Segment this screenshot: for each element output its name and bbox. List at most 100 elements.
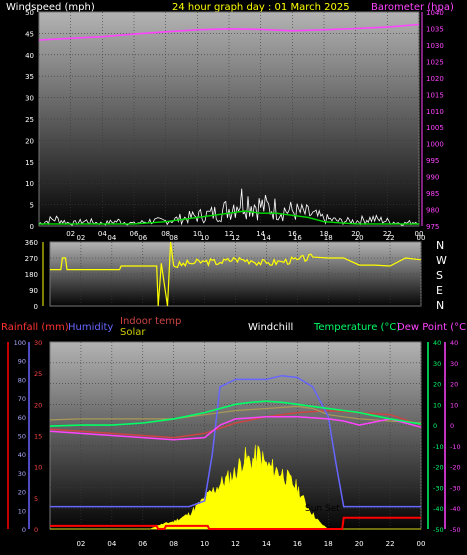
barometer-y-tick-label: 1015 xyxy=(426,91,444,99)
direction-x-tick-label: 06 xyxy=(138,234,147,242)
wind-x-tick-label: 02 xyxy=(66,230,75,238)
direction-x-tick-label: 10 xyxy=(200,234,209,242)
temperature-x-tick-label: 20 xyxy=(355,540,364,548)
legend-dew-point: Dew Point (°C) xyxy=(397,322,467,333)
legend-temperature: Temperature (°C) xyxy=(313,322,400,333)
direction-x-tick-label: 18 xyxy=(324,234,333,242)
legend-humidity: Humidity xyxy=(68,322,113,333)
direction-x-tick-label: 16 xyxy=(293,234,302,242)
temperature-y-tick-label: 0 xyxy=(433,422,437,430)
dewpoint-y-tick-label: 10 xyxy=(450,401,458,409)
rainfall-y-tick-label: 5 xyxy=(34,495,38,503)
dewpoint-y-tick-label: -20 xyxy=(450,464,461,472)
humidity-y-tick-label: 10 xyxy=(18,507,26,515)
direction-panel: 0 90 180 270 360 02 04 06 08 10 12 14 16 18 20 22 00 N W… xyxy=(25,234,447,312)
direction-label-s: S xyxy=(436,269,443,282)
direction-y-tick-label: 0 xyxy=(34,303,38,311)
temperature-x-tick-label: 10 xyxy=(200,540,209,548)
legend-windchill: Windchill xyxy=(248,322,293,333)
humidity-y-tick-label: 20 xyxy=(18,489,26,497)
wind-y-tick-label: 40 xyxy=(25,52,34,60)
rainfall-y-tick-label: 20 xyxy=(34,401,42,409)
wind-y-tick-label: 25 xyxy=(25,116,34,124)
wind-y-tick-label: 50 xyxy=(25,9,34,17)
temperature-y-tick-label: -30 xyxy=(433,484,444,492)
humidity-y-tick-label: 60 xyxy=(18,414,26,422)
barometer-y-tick-label: 1005 xyxy=(426,124,444,132)
dewpoint-y-tick-label: -40 xyxy=(450,505,461,513)
direction-x-tick-label: 22 xyxy=(386,234,395,242)
humidity-y-tick-label: 30 xyxy=(18,470,26,478)
temperature-y-tick-label: -20 xyxy=(433,464,444,472)
dewpoint-y-tick-label: -30 xyxy=(450,484,461,492)
wind-y-tick-label: 5 xyxy=(30,202,34,210)
humidity-y-tick-label: 80 xyxy=(18,376,26,384)
temperature-y-tick-label: 10 xyxy=(433,401,441,409)
humidity-y-tick-label: 40 xyxy=(18,451,26,459)
temperature-y-tick-label: 40 xyxy=(433,339,441,347)
wind-y-tick-label: 15 xyxy=(25,159,34,167)
wind-y-tick-label: 30 xyxy=(25,95,34,103)
humidity-y-tick-label: 0 xyxy=(22,526,26,534)
barometer-y-tick-label: 1025 xyxy=(426,58,444,66)
direction-x-tick-label: 02 xyxy=(76,234,85,242)
barometer-y-tick-label: 1030 xyxy=(426,42,444,50)
direction-label-w: W xyxy=(436,254,447,267)
barometer-y-tick-label: 1035 xyxy=(426,25,444,33)
temperature-x-tick-label: 12 xyxy=(231,540,240,548)
temperature-x-tick-label: 16 xyxy=(293,540,302,548)
temperature-y-tick-label: 20 xyxy=(433,381,441,389)
barometer-y-tick-label: 1040 xyxy=(426,9,444,17)
humidity-y-tick-label: 50 xyxy=(18,433,26,441)
humidity-y-tick-label: 70 xyxy=(18,395,26,403)
barometer-y-tick-label: 1010 xyxy=(426,108,444,116)
barometer-y-tick-label: 990 xyxy=(426,174,439,182)
direction-label-n-top: N xyxy=(436,239,444,252)
weather-graph: Windspeed (mph) 24 hour graph day : 01 M… xyxy=(1,2,467,548)
dewpoint-y-tick-label: -10 xyxy=(450,443,461,451)
legend-solar: Solar xyxy=(120,327,146,338)
direction-y-tick-label: 360 xyxy=(25,239,38,247)
sunset-label: Sun Set xyxy=(305,504,340,514)
direction-x-tick-label: 08 xyxy=(169,234,178,242)
wind-x-tick-label: 04 xyxy=(98,230,107,238)
wind-y-tick-label: 10 xyxy=(25,180,34,188)
chart-title: 24 hour graph day : 01 March 2025 xyxy=(172,2,350,13)
dewpoint-y-tick-label: -50 xyxy=(450,526,461,534)
temperature-x-tick-label: 02 xyxy=(76,540,85,548)
windspeed-axis-label: Windspeed (mph) xyxy=(6,2,95,13)
temperature-x-tick-label: 14 xyxy=(262,540,271,548)
direction-y-tick-label: 90 xyxy=(29,287,38,295)
humidity-y-tick-label: 90 xyxy=(18,358,26,366)
legend-rainfall: Rainfall (mm) xyxy=(1,322,69,333)
direction-x-tick-label: 14 xyxy=(262,234,271,242)
direction-y-tick-label: 180 xyxy=(25,271,38,279)
temperature-x-tick-label: 18 xyxy=(324,540,333,548)
wind-y-tick-label: 20 xyxy=(25,137,34,145)
barometer-y-tick-label: 975 xyxy=(426,223,439,231)
barometer-y-tick-label: 995 xyxy=(426,157,439,165)
rainfall-y-tick-label: 30 xyxy=(34,339,42,347)
humidity-y-tick-label: 100 xyxy=(14,339,26,347)
temperature-y-tick-label: -50 xyxy=(433,526,444,534)
temperature-x-tick-label: 08 xyxy=(169,540,178,548)
direction-x-tick-label: 00 xyxy=(417,234,426,242)
barometer-y-tick-label: 985 xyxy=(426,190,439,198)
dewpoint-y-tick-label: 20 xyxy=(450,381,458,389)
dewpoint-y-tick-label: 0 xyxy=(450,422,454,430)
rainfall-y-tick-label: 10 xyxy=(34,464,42,472)
wind-y-tick-label: 45 xyxy=(25,30,34,38)
direction-x-tick-label: 04 xyxy=(107,234,116,242)
rainfall-y-tick-label: 25 xyxy=(34,370,42,378)
temperature-y-tick-label: 30 xyxy=(433,360,441,368)
temperature-y-tick-label: -40 xyxy=(433,505,444,513)
rainfall-y-tick-label: 15 xyxy=(34,433,42,441)
dewpoint-y-tick-label: 40 xyxy=(450,339,458,347)
barometer-y-tick-label: 1020 xyxy=(426,75,444,83)
temperature-x-tick-label: 06 xyxy=(138,540,147,548)
temperature-panel: 0102030405060708090100051015202530-50 -50… xyxy=(7,339,461,548)
temperature-x-tick-label: 00 xyxy=(417,540,426,548)
rainfall-y-tick-label: 0 xyxy=(34,526,38,534)
direction-label-e: E xyxy=(436,284,443,297)
temperature-y-tick-label: -10 xyxy=(433,443,444,451)
